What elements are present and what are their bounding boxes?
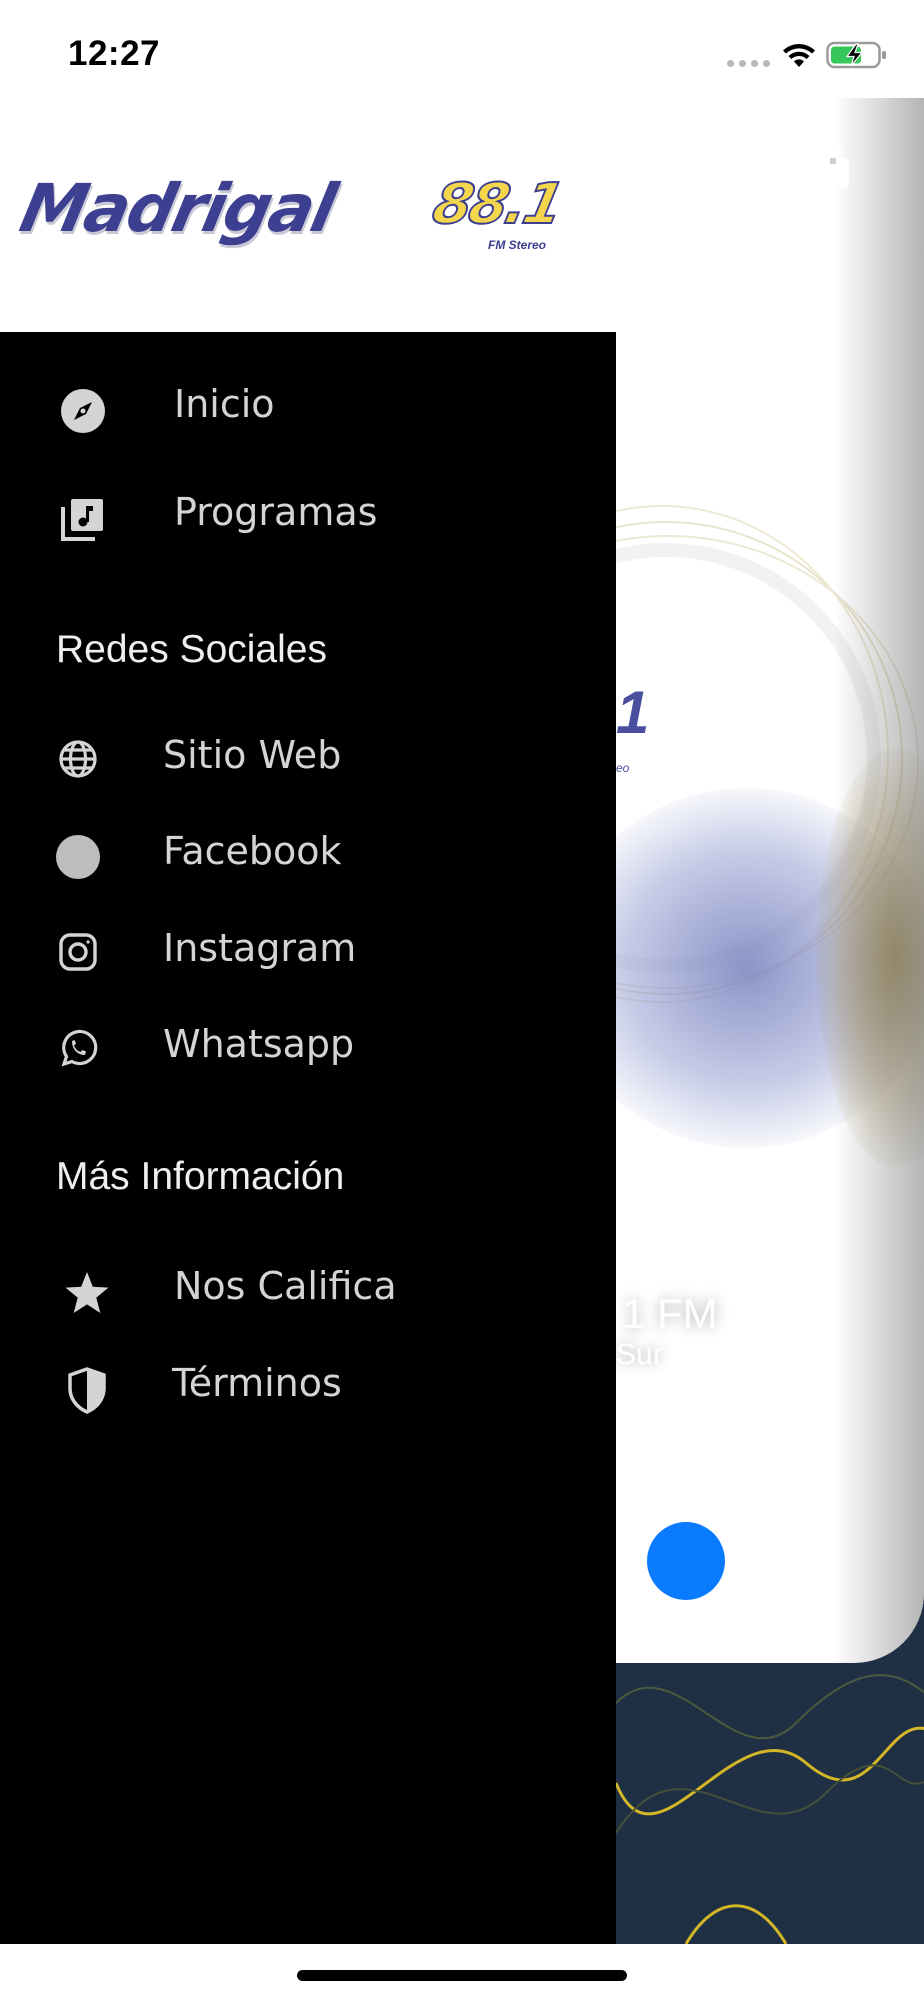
menu-label-facebook: Facebook — [163, 829, 342, 873]
status-time: 12:27 — [68, 34, 161, 73]
home-indicator[interactable] — [297, 1970, 627, 1981]
menu-item-instagram[interactable]: Instagram — [0, 918, 616, 988]
menu-label-inicio: Inicio — [174, 382, 275, 426]
wifi-icon — [783, 44, 815, 67]
logo-frequency: 88.1 — [426, 171, 568, 238]
logo-tagline: FM Stereo — [488, 238, 547, 252]
station-logo-fragment: 1 — [616, 679, 650, 746]
menu-item-sitio-web[interactable]: Sitio Web — [0, 725, 616, 795]
instagram-icon — [56, 930, 100, 974]
compass-icon — [58, 386, 108, 436]
menu-item-nos-califica[interactable]: Nos Califica — [0, 1254, 616, 1328]
menu-item-programas[interactable]: Programas — [0, 480, 616, 554]
status-bar: 12:27 — [0, 0, 924, 98]
whatsapp-icon — [56, 1026, 100, 1070]
star-icon — [62, 1268, 112, 1318]
menu-item-whatsapp[interactable]: Whatsapp — [0, 1014, 616, 1084]
facebook-icon — [54, 833, 102, 881]
cellular-signal-icon — [727, 60, 770, 67]
menu-label-whatsapp: Whatsapp — [163, 1022, 355, 1066]
menu-label-terminos: Términos — [172, 1361, 342, 1405]
shield-icon — [64, 1365, 110, 1415]
footer-wave-graphic — [616, 1674, 924, 1944]
menu-item-inicio[interactable]: Inicio — [0, 372, 616, 446]
play-button[interactable] — [647, 1522, 725, 1600]
menu-item-terminos[interactable]: Términos — [0, 1351, 616, 1425]
music-library-icon — [58, 494, 108, 544]
menu-label-programas: Programas — [174, 490, 378, 534]
section-title-redes-sociales: Redes Sociales — [56, 628, 327, 671]
player-card: 1 eo 1 FM Sur — [616, 98, 924, 1663]
share-icon[interactable] — [814, 142, 852, 190]
section-title-mas-informacion: Más Información — [56, 1155, 345, 1198]
navigation-drawer: Madrigal 88.1 FM Stereo Inicio Programas — [0, 98, 616, 1944]
battery-charging-icon — [826, 41, 886, 69]
globe-icon — [56, 737, 100, 781]
menu-label-instagram: Instagram — [163, 926, 357, 970]
background-player-screen: 1 eo 1 FM Sur — [616, 98, 924, 1944]
station-subtitle: Sur — [616, 1338, 663, 1371]
station-name: 1 FM — [622, 1290, 718, 1337]
menu-label-sitio-web: Sitio Web — [163, 733, 342, 777]
menu-item-facebook[interactable]: Facebook — [0, 821, 616, 891]
menu-label-nos-califica: Nos Califica — [174, 1264, 397, 1308]
logo-wordmark: Madrigal — [13, 170, 342, 247]
madrigal-logo: Madrigal 88.1 FM Stereo — [14, 170, 592, 266]
drawer-header: Madrigal 88.1 FM Stereo — [0, 98, 616, 332]
station-logo-fragment-sub: eo — [616, 761, 630, 775]
